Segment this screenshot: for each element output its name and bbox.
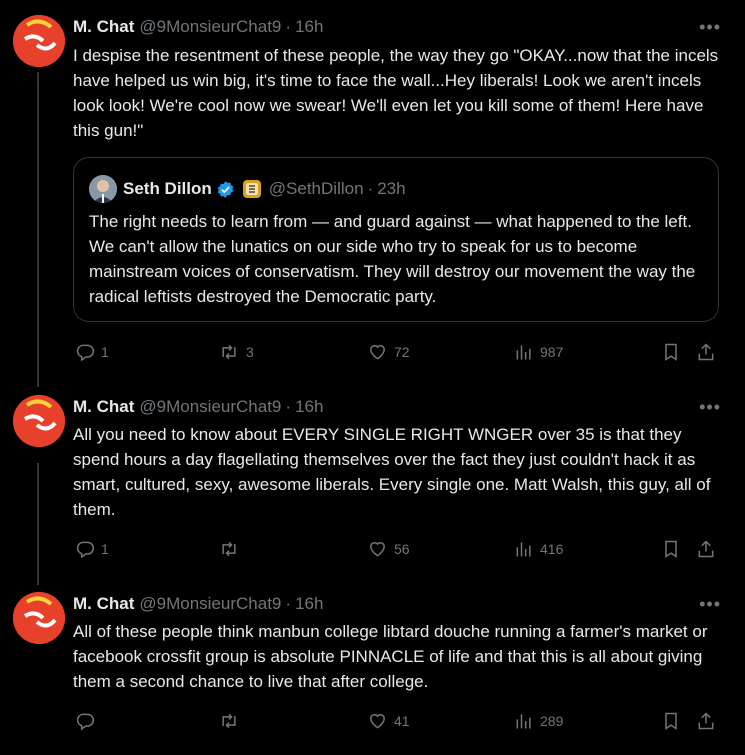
tweet-text: All you need to know about EVERY SINGLE … <box>73 425 711 519</box>
quoted-author-handle: @SethDillon <box>268 179 364 198</box>
quoted-timestamp: 23h <box>377 179 406 198</box>
quoted-tweet-header: Seth Dillon @SethDillon · 23h <box>89 175 406 203</box>
views-button[interactable]: 987 <box>514 341 563 363</box>
timestamp[interactable]: 16h <box>295 594 323 614</box>
reply-button[interactable] <box>75 710 101 732</box>
reply-button[interactable]: 1 <box>75 341 109 363</box>
reply-icon <box>76 541 95 559</box>
share-icon <box>698 540 714 558</box>
like-count: 72 <box>394 344 410 360</box>
bookmark-icon <box>665 540 677 558</box>
author-handle[interactable]: @9MonsieurChat9 <box>139 17 281 37</box>
view-count: 289 <box>540 713 564 729</box>
more-icon[interactable]: ••• <box>699 595 721 613</box>
author-name[interactable]: M. Chat <box>73 397 134 417</box>
view-count: 987 <box>540 344 564 360</box>
avatar[interactable] <box>13 395 65 447</box>
tweet-actions: 1 56 416 <box>73 538 723 560</box>
views-icon <box>516 542 531 557</box>
heart-icon <box>370 542 385 557</box>
separator-dot: · <box>367 179 374 198</box>
reply-count: 1 <box>101 541 109 557</box>
heart-icon <box>370 345 385 360</box>
author-handle[interactable]: @9MonsieurChat9 <box>139 594 281 614</box>
quoted-tweet-text: The right needs to learn from — and guar… <box>89 212 696 306</box>
affiliate-badge-icon <box>242 180 261 198</box>
repost-icon <box>222 541 236 557</box>
bookmark-button[interactable] <box>661 710 681 732</box>
views-icon <box>516 714 531 729</box>
author-name[interactable]: M. Chat <box>73 594 134 614</box>
views-icon <box>516 345 531 360</box>
more-icon[interactable]: ••• <box>699 398 721 416</box>
bookmark-button[interactable] <box>661 538 681 560</box>
share-button[interactable] <box>696 538 716 560</box>
quoted-tweet[interactable]: Seth Dillon @SethDillon · 23h The right … <box>73 157 719 322</box>
like-button[interactable]: 72 <box>367 341 410 363</box>
views-button[interactable]: 416 <box>514 538 563 560</box>
bookmark-icon <box>665 712 677 730</box>
tweet-actions: 41 289 <box>73 710 723 732</box>
reply-icon <box>76 344 95 362</box>
reply-count: 1 <box>101 344 109 360</box>
reply-button[interactable]: 1 <box>75 538 109 560</box>
share-button[interactable] <box>696 710 716 732</box>
timestamp[interactable]: 16h <box>295 17 323 37</box>
repost-button[interactable]: 3 <box>218 341 254 363</box>
tweet[interactable]: M. Chat @9MonsieurChat9 · 16h ••• I desp… <box>0 0 745 380</box>
view-count: 416 <box>540 541 564 557</box>
more-icon[interactable]: ••• <box>699 18 721 36</box>
repost-button[interactable] <box>218 710 246 732</box>
timestamp[interactable]: 16h <box>295 397 323 417</box>
tweet-actions: 1 3 72 987 <box>73 341 723 363</box>
tweet-text: All of these people think manbun college… <box>73 622 708 691</box>
tweet[interactable]: M. Chat @9MonsieurChat9 · 16h ••• All of… <box>0 586 745 755</box>
tweet-header: M. Chat @9MonsieurChat9 · 16h <box>73 16 323 38</box>
like-count: 56 <box>394 541 410 557</box>
repost-count: 3 <box>246 344 254 360</box>
separator-dot: · <box>285 17 292 36</box>
heart-icon <box>370 714 385 729</box>
repost-icon <box>222 344 236 360</box>
quoted-avatar <box>89 175 117 203</box>
like-button[interactable]: 56 <box>367 538 410 560</box>
tweet-text: I despise the resentment of these people… <box>73 46 719 140</box>
views-button[interactable]: 289 <box>514 710 563 732</box>
share-icon <box>698 712 714 730</box>
repost-icon <box>222 713 236 729</box>
avatar[interactable] <box>13 15 65 67</box>
bookmark-button[interactable] <box>661 341 681 363</box>
author-name[interactable]: M. Chat <box>73 17 134 37</box>
reply-icon <box>76 713 95 731</box>
like-button[interactable]: 41 <box>367 710 410 732</box>
author-handle[interactable]: @9MonsieurChat9 <box>139 397 281 417</box>
tweet-header: M. Chat @9MonsieurChat9 · 16h <box>73 593 323 615</box>
separator-dot: · <box>285 594 292 613</box>
quoted-author-name: Seth Dillon <box>123 179 212 198</box>
tweet-header: M. Chat @9MonsieurChat9 · 16h <box>73 396 323 418</box>
share-button[interactable] <box>696 341 716 363</box>
like-count: 41 <box>394 713 410 729</box>
separator-dot: · <box>285 397 292 416</box>
avatar[interactable] <box>13 592 65 644</box>
verified-badge-icon <box>216 180 235 199</box>
share-icon <box>698 343 714 361</box>
repost-button[interactable] <box>218 538 246 560</box>
tweet[interactable]: M. Chat @9MonsieurChat9 · 16h ••• All yo… <box>0 389 745 579</box>
bookmark-icon <box>665 343 677 361</box>
